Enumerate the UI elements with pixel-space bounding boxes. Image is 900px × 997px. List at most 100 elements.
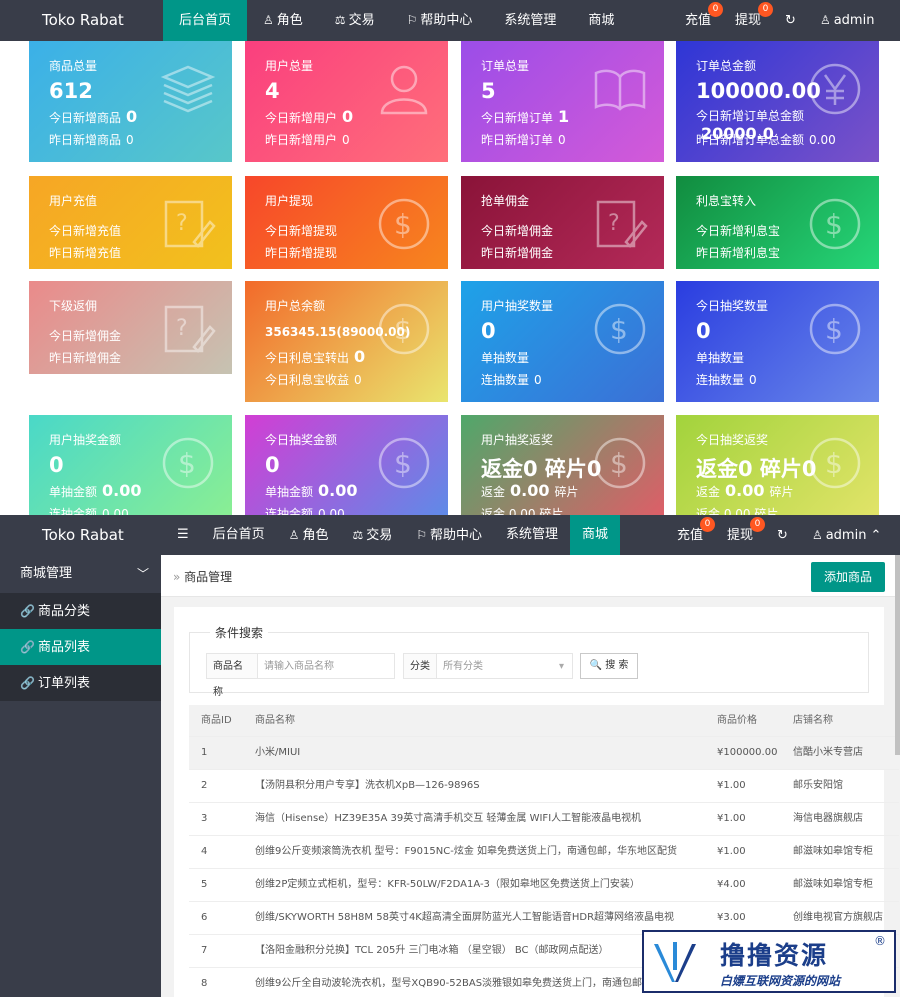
- card-line-yesterday: 连抽数量 0: [696, 373, 757, 387]
- stat-card[interactable]: 用户充值 今日新增充值 昨日新增充值?: [29, 176, 232, 269]
- stat-card[interactable]: 用户提现 今日新增提现 昨日新增提现 $: [245, 176, 448, 269]
- link-icon: 🔗: [20, 604, 35, 618]
- name-input[interactable]: 请输入商品名称: [257, 653, 395, 679]
- table-cell: 邮滋味如皋馆专柜: [793, 879, 873, 890]
- scrollbar[interactable]: [895, 555, 900, 755]
- nav-shop[interactable]: 商城: [570, 515, 621, 555]
- card-line-today: 今日新增佣金: [49, 329, 122, 343]
- card-value: 0: [481, 319, 496, 343]
- user-icon: ♙: [288, 528, 300, 542]
- card-title: 今日抽奖数量: [696, 299, 769, 313]
- nav-home[interactable]: 后台首页: [163, 0, 248, 41]
- chevron-up-icon: ⌃: [870, 528, 882, 543]
- table-cell: 海信电器旗舰店: [793, 813, 863, 824]
- card-value: 0: [265, 453, 280, 477]
- svg-text:$: $: [610, 313, 628, 346]
- stat-card[interactable]: 商品总量 612 今日新增商品 0 昨日新增商品 0: [29, 41, 232, 162]
- card-line-today: 单抽金额 0.00: [49, 481, 142, 500]
- column-header: 商品ID: [201, 715, 232, 726]
- sidebar-item-orders[interactable]: 🔗 订单列表: [0, 665, 161, 701]
- nav-trade[interactable]: ⚖ 交易: [340, 515, 404, 555]
- stat-card[interactable]: 今日抽奖金额 0 单抽金额 0.00 连抽金额 0.00 $: [245, 415, 448, 515]
- stat-card[interactable]: 订单总量 5 今日新增订单 1 昨日新增订单 0: [461, 41, 664, 162]
- dashboard-screen: Toko Rabat 后台首页 ♙ 角色 ⚖ 交易 ⚐ 帮助中心 系统管理 商城 充值…: [0, 0, 900, 515]
- stat-card[interactable]: 用户抽奖金额 0 单抽金额 0.00 连抽金额 0.00 $: [29, 415, 232, 515]
- stat-card[interactable]: 抢单佣金 今日新增佣金 昨日新增佣金?: [461, 176, 664, 269]
- table-row[interactable]: 3 海信（Hisense）HZ39E35A 39英寸高清手机交互 轻薄金属 WIF…: [189, 803, 899, 836]
- dollar-icon: $: [809, 198, 861, 250]
- table-cell: 邮乐安阳馆: [793, 780, 843, 791]
- table-header: 商品ID 商品名称 商品价格 店铺名称: [189, 705, 899, 737]
- card-line-today: 返金 0.00 碎片: [481, 481, 579, 500]
- withdraw-link[interactable]: 提现 0: [715, 515, 766, 556]
- add-product-button[interactable]: 添加商品: [811, 562, 885, 592]
- menu-toggle-icon[interactable]: ☰: [165, 515, 201, 555]
- nav-home[interactable]: 后台首页: [201, 515, 277, 555]
- nav-system[interactable]: 系统管理: [494, 515, 570, 555]
- table-row[interactable]: 1 小米/MIUI ¥100000.00 信酷小米专营店: [189, 737, 899, 770]
- card-line-yesterday: 昨日新增订单总金额 0.00: [696, 133, 836, 147]
- dollar-icon: $: [809, 303, 861, 355]
- watermark-reg: ®: [874, 934, 886, 948]
- nav-trade[interactable]: ⚖ 交易: [319, 0, 391, 41]
- table-cell: 6: [201, 912, 208, 923]
- card-line-yesterday: 昨日新增订单 0: [481, 133, 566, 147]
- edit-icon: ?: [596, 200, 648, 248]
- user-icon: ♙: [263, 13, 274, 27]
- user-icon: ♙: [819, 13, 831, 27]
- shop-header: Toko Rabat ☰ 后台首页 ♙ 角色 ⚖ 交易 ⚐ 帮助中心 系统管理 商城 …: [0, 515, 900, 555]
- nav-role[interactable]: ♙ 角色: [277, 515, 341, 555]
- logo: Toko Rabat: [42, 11, 124, 29]
- card-line-today: 单抽数量: [481, 351, 530, 365]
- card-title: 用户抽奖数量: [481, 299, 554, 313]
- breadcrumb: » 商品管理: [173, 570, 233, 584]
- shop-screen: Toko Rabat ☰ 后台首页 ♙ 角色 ⚖ 交易 ⚐ 帮助中心 系统管理 商城 …: [0, 515, 900, 997]
- table-row[interactable]: 4 创维9公斤变频滚筒洗衣机 型号：F9015NC-炫金 如皋免费送货上门，南通包…: [189, 836, 899, 869]
- stat-card[interactable]: 用户抽奖返奖 返金0 碎片0 返金 0.00 碎片 返金 0.00 碎片 $: [461, 415, 664, 515]
- stat-card[interactable]: 用户总余额 356345.15(89000.00) 今日利息宝转出 0 今日利息宝收益 0…: [245, 281, 448, 402]
- sidebar-item-products[interactable]: 🔗 商品列表: [0, 629, 161, 665]
- table-cell: 创维9公斤变频滚筒洗衣机 型号：F9015NC-炫金 如皋免费送货上门，南通包邮…: [255, 846, 677, 857]
- stat-card[interactable]: 利息宝转入 今日新增利息宝 昨日新增利息宝 $: [676, 176, 879, 269]
- nav-help[interactable]: ⚐ 帮助中心: [391, 0, 489, 41]
- table-cell: 小米/MIUI: [255, 747, 301, 758]
- card-title: 订单总量: [481, 59, 530, 73]
- table-row[interactable]: 2 【汤阴县积分用户专享】洗衣机XpB—126-9896S ¥1.00 邮乐安阳馆: [189, 770, 899, 803]
- nav-role[interactable]: ♙ 角色: [247, 0, 319, 41]
- stat-card[interactable]: 用户总量 4 今日新增用户 0 昨日新增用户 0: [245, 41, 448, 162]
- card-line-yesterday: 返金 0.00 碎片: [696, 507, 779, 515]
- stat-card[interactable]: 订单总金额 100000.00 今日新增订单总金额20000.0 昨日新增订单总金额 0…: [676, 41, 879, 162]
- table-cell: 4: [201, 846, 208, 857]
- table-cell: 【汤阴县积分用户专享】洗衣机XpB—126-9896S: [255, 780, 480, 791]
- user-menu[interactable]: ♙ admin ⌃: [800, 515, 893, 556]
- recharge-link[interactable]: 充值 0: [673, 0, 724, 41]
- top-header: Toko Rabat 后台首页 ♙ 角色 ⚖ 交易 ⚐ 帮助中心 系统管理 商城 充值…: [0, 0, 900, 41]
- nav-help[interactable]: ⚐ 帮助中心: [404, 515, 494, 555]
- link-icon: 🔗: [20, 640, 35, 654]
- sidebar-item-category[interactable]: 🔗 商品分类: [0, 593, 161, 629]
- stat-card[interactable]: 今日抽奖返奖 返金0 碎片0 返金 0.00 碎片 返金 0.00 碎片 $: [676, 415, 879, 515]
- user-icon: ♙: [811, 528, 823, 542]
- edit-icon: ?: [164, 200, 216, 248]
- card-title: 今日抽奖金额: [265, 433, 338, 447]
- card-value: 0: [49, 453, 64, 477]
- stat-card[interactable]: 今日抽奖数量 0 单抽数量 连抽数量 0 $: [676, 281, 879, 402]
- recharge-link[interactable]: 充值 0: [665, 515, 716, 556]
- table-row[interactable]: 5 创维2P定频立式柜机，型号：KFR-50LW/F2DA1A-3（限如皋地区免费…: [189, 869, 899, 902]
- category-select[interactable]: 所有分类 ▾: [436, 653, 573, 679]
- stat-card[interactable]: 用户抽奖数量 0 单抽数量 连抽数量 0 $: [461, 281, 664, 402]
- nav-shop[interactable]: 商城: [572, 0, 630, 41]
- caret-down-icon: ▾: [558, 661, 564, 672]
- search-button[interactable]: 🔍 搜 索: [580, 653, 638, 679]
- scale-icon: ⚖: [334, 13, 346, 27]
- nav-system[interactable]: 系统管理: [488, 0, 572, 41]
- withdraw-link[interactable]: 提现 0: [723, 0, 774, 41]
- stat-card[interactable]: 下级返佣 今日新增佣金 昨日新增佣金?: [29, 281, 232, 374]
- user-menu[interactable]: ♙ admin: [808, 0, 887, 41]
- sidebar-group-shop[interactable]: 商城管理 ﹀: [0, 555, 161, 593]
- card-line-yesterday: 连抽金额 0.00: [49, 507, 129, 515]
- refresh-icon[interactable]: ↻: [765, 515, 800, 556]
- sidebar: 商城管理 ﹀ 🔗 商品分类 🔗 商品列表 🔗 订单列表: [0, 555, 161, 997]
- refresh-icon[interactable]: ↻: [773, 0, 808, 41]
- table-cell: 【洛阳金融积分兑换】TCL 205升 三门电冰箱 （星空银） BC（邮政网点配送…: [255, 945, 609, 956]
